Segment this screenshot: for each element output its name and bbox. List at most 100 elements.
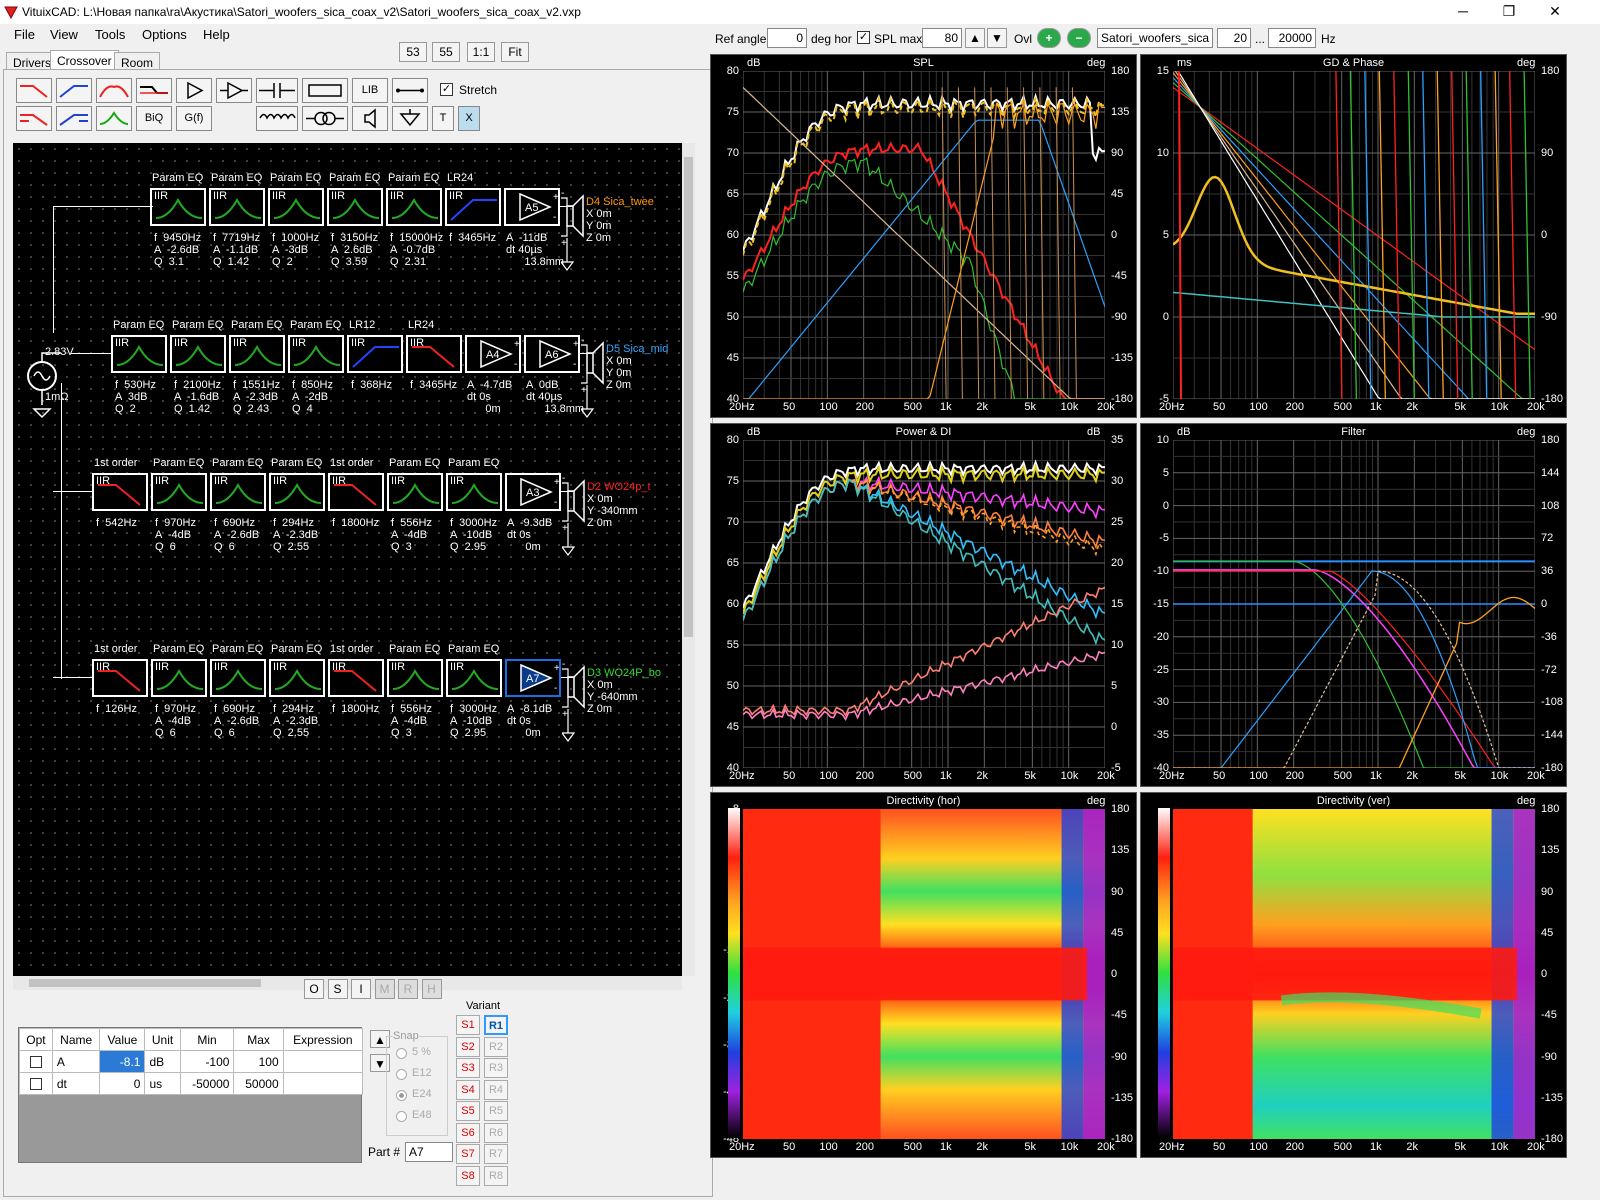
amplifier-block[interactable]: + - A6 [524,335,580,373]
speaker-tool[interactable] [352,106,388,131]
param-expression[interactable] [282,1072,364,1095]
bandpass-tool[interactable] [96,78,132,103]
variant-r-button[interactable]: R1 [484,1015,508,1035]
graph-spl[interactable]: SPL dB deg 80 75 70 65 60 55 50 45 40 180 135 90 45 0 -45… [710,54,1137,418]
library-button[interactable]: LIB [352,78,388,103]
variant-s-button[interactable]: S6 [456,1122,480,1143]
variant-s-button[interactable]: S4 [456,1079,480,1100]
filter-block[interactable]: IIR [288,335,344,373]
filter-block[interactable]: IIR [327,188,383,226]
toggle-i-button[interactable]: I [351,979,371,999]
variant-r-button[interactable]: R2 [484,1036,508,1057]
minimize-button[interactable]: ─ [1440,0,1486,24]
menu-file[interactable]: File [14,27,35,42]
filter-block[interactable]: IIR [210,473,266,511]
lowpass-tool[interactable] [16,78,52,103]
filter-block[interactable]: IIR [445,188,501,226]
filter-block[interactable]: IIR [92,473,148,511]
toggle-r-button[interactable]: R [398,979,418,999]
amplifier-block[interactable]: + - A5 [504,188,560,226]
filter-block[interactable]: IIR [328,473,384,511]
driver-name[interactable]: D3 WO24P_bo [587,667,661,679]
param-max[interactable]: 100 [233,1050,284,1073]
text-tool[interactable]: T [432,106,454,131]
filter-block[interactable]: IIR [210,659,266,697]
filter-block[interactable]: IIR [328,659,384,697]
schematic-vscrollbar[interactable] [682,143,695,976]
filter-block[interactable]: IIR [209,188,265,226]
remove-overlay-button[interactable]: − [1067,28,1091,48]
graph-dirh[interactable]: Directivity (hor)deg80-8-16-24-32-40-481… [710,792,1137,1158]
peaking-eq-tool[interactable] [96,106,132,131]
transformer-tool[interactable] [302,106,348,131]
schematic-canvas[interactable]: Param EQ IIR f 9450Hz A -2.6dB Q 3.1 Param … [13,143,682,976]
buffer-tool[interactable] [176,78,212,103]
toggle-h-button[interactable]: H [421,979,442,999]
filter-block[interactable]: IIR [269,659,325,697]
freq-from-input[interactable] [1217,28,1251,48]
opt-checkbox[interactable] [19,1050,53,1073]
variant-r-button[interactable]: R7 [484,1144,508,1164]
zoom-fit-button[interactable]: Fit [501,42,529,62]
param-value[interactable]: -8.1 [99,1050,146,1073]
biquad-tool[interactable]: BiQ [136,106,172,131]
filter-block[interactable]: IIR [386,188,442,226]
zoom-1-1-button[interactable]: 1:1 [467,42,495,62]
menu-options[interactable]: Options [142,27,187,42]
filter-block[interactable]: IIR [387,473,443,511]
highpass-active-tool[interactable] [56,106,92,131]
spl-max-checkbox[interactable]: ✓ [857,31,870,44]
amplifier-block[interactable]: + - A4 [465,335,521,373]
menu-help[interactable]: Help [203,27,230,42]
schematic-hscrollbar[interactable] [13,976,682,990]
toggle-s-button[interactable]: S [327,979,348,999]
spl-down-button[interactable]: ▼ [987,28,1007,48]
variant-s-button[interactable]: S2 [456,1036,480,1057]
driver-name[interactable]: D5 Sica_mid [606,343,668,355]
menu-view[interactable]: View [50,27,78,42]
filter-block[interactable]: IIR [151,659,207,697]
capacitor-tool[interactable] [256,78,298,103]
spl-max-input[interactable] [922,28,962,48]
part-number-input[interactable] [405,1142,453,1162]
filter-block[interactable]: IIR [229,335,285,373]
filter-block[interactable]: IIR [446,473,502,511]
freq-to-input[interactable] [1268,28,1316,48]
variant-r-button[interactable]: R5 [484,1101,508,1121]
highpass-tool[interactable] [56,78,92,103]
gain-function-tool[interactable]: G(f) [176,106,212,131]
graph-gd[interactable]: GD & Phase ms deg 15 10 5 0 -5 180 90 0 -90 -180 20Hz… [1140,54,1567,418]
shelf-tool[interactable] [136,78,172,103]
lowpass-active-tool[interactable] [16,106,52,131]
param-expression[interactable] [282,1050,364,1073]
filter-block[interactable]: IIR [269,473,325,511]
table-row[interactable]: dt 0 us -50000 50000 [19,1072,364,1095]
variant-s-button[interactable]: S7 [456,1144,480,1164]
filter-block[interactable]: IIR [170,335,226,373]
param-min[interactable]: -50000 [179,1072,235,1095]
variant-s-button[interactable]: S8 [456,1165,480,1186]
filter-block[interactable]: IIR [111,335,167,373]
filter-block[interactable]: IIR [406,335,462,373]
delete-tool[interactable]: X [458,106,480,131]
resistor-tool[interactable] [302,78,348,103]
filter-block[interactable]: IIR [151,473,207,511]
graph-power[interactable]: Power & DI dB dB 80 75 70 65 60 55 50 45 40 35 30 25 20… [710,423,1137,787]
param-value[interactable]: 0 [99,1072,146,1095]
graph-dirv[interactable]: Directivity (ver) deg 180 135 90 45 0 -45 -90 -13… [1140,792,1567,1158]
driver-name[interactable]: D4 Sica_twee [586,196,654,208]
zoom-53-button[interactable]: 53 [399,42,427,62]
variant-s-button[interactable]: S3 [456,1058,480,1078]
table-row[interactable]: A -8.1 dB -100 100 [19,1050,364,1073]
graph-filter[interactable]: Filter dB deg 10 5 0 -5 -10 -15 -20 -25 -30 -35 -40 18… [1140,423,1567,787]
toggle-o-button[interactable]: O [304,979,324,999]
spl-up-button[interactable]: ▲ [965,28,985,48]
maximize-button[interactable]: ❐ [1486,0,1532,24]
variant-r-button[interactable]: R6 [484,1122,508,1143]
snap-radio[interactable] [396,1069,407,1080]
amplifier-block[interactable]: + - A7 [505,659,561,697]
opamp-tool[interactable] [216,78,252,103]
snap-radio[interactable] [396,1090,407,1101]
param-min[interactable]: -100 [179,1050,235,1073]
variant-r-button[interactable]: R4 [484,1079,508,1100]
